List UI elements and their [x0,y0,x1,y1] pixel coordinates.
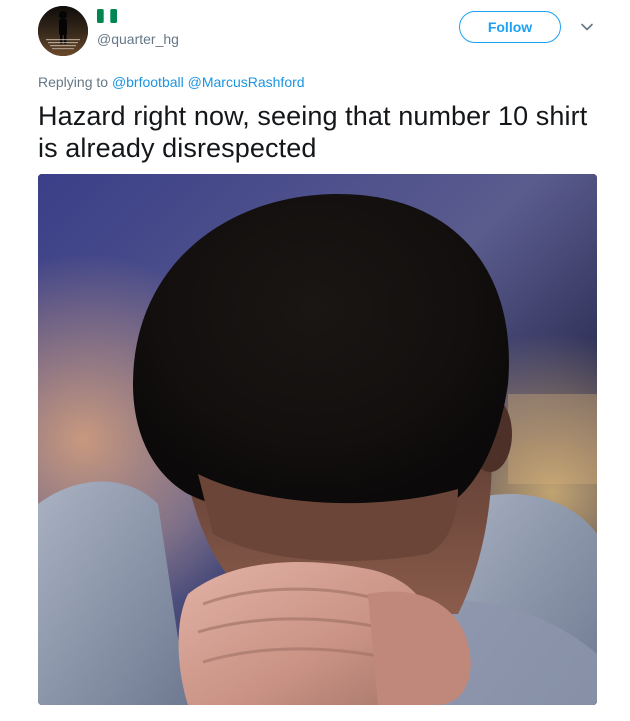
mention-link[interactable]: @MarcusRashford [188,74,305,90]
user-handle[interactable]: @quarter_hg [97,31,179,47]
chevron-down-icon[interactable] [580,20,594,34]
tweet-text: Hazard right now, seeing that number 10 … [38,101,588,163]
follow-button[interactable]: Follow [459,11,561,43]
reply-context: Replying to @brfootball @MarcusRashford [38,74,305,90]
reply-prefix: Replying to [38,74,109,90]
avatar[interactable] [38,6,88,56]
crying-man-photo [38,174,597,705]
tweet-card: @quarter_hg Follow Replying to @brfootba… [0,0,630,721]
display-name[interactable] [97,9,117,25]
mention-link[interactable]: @brfootball [112,74,184,90]
tweet-media[interactable] [38,174,597,705]
nigeria-flag-icon [97,9,117,23]
avatar-image [38,6,88,56]
